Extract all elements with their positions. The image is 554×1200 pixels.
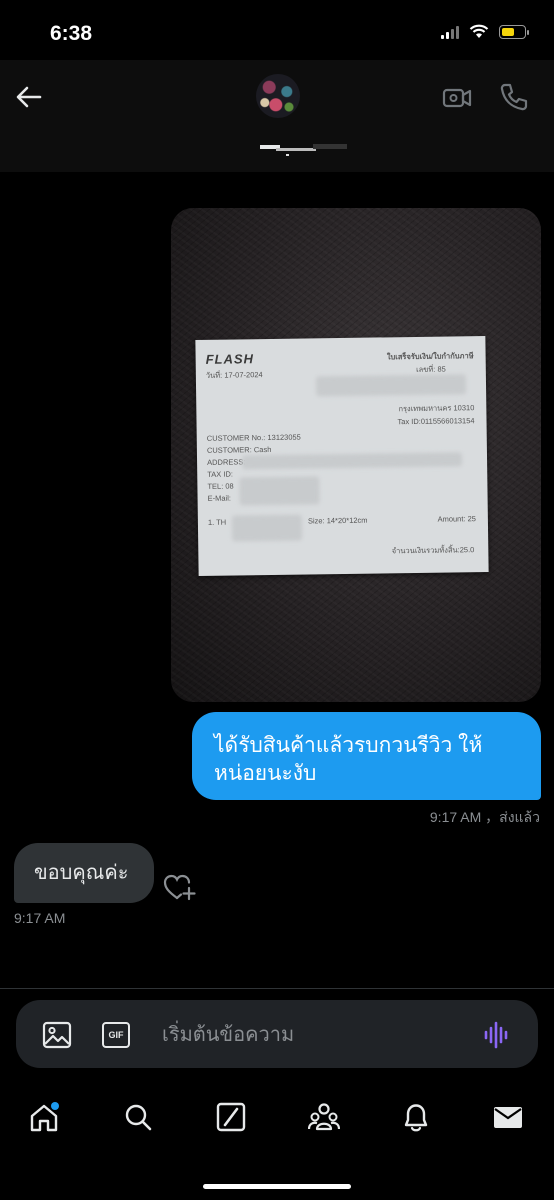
- home-icon[interactable]: [28, 1100, 60, 1134]
- wifi-icon: [469, 24, 489, 38]
- image-upload-icon[interactable]: [42, 1021, 72, 1049]
- receipt-customer-no: CUSTOMER No.: 13123055: [206, 432, 301, 443]
- home-notification-dot: [51, 1102, 59, 1110]
- incoming-message-text: ขอบคุณค่ะ: [34, 862, 129, 884]
- communities-icon[interactable]: [308, 1100, 340, 1134]
- photo-message[interactable]: FLASH วันที่: 17-07-2024 ใบเสร็จรับเงิน/…: [171, 208, 541, 702]
- search-icon[interactable]: [122, 1100, 154, 1134]
- back-arrow-icon[interactable]: [14, 82, 44, 112]
- bottom-tab-bar: [0, 1080, 554, 1200]
- status-icons: [441, 24, 529, 39]
- message-input[interactable]: [162, 1020, 462, 1050]
- incoming-message-bubble[interactable]: ขอบคุณค่ะ: [14, 843, 154, 903]
- cellular-signal-icon: [441, 25, 459, 39]
- redacted-username: [260, 144, 347, 156]
- receipt-tax-id-label: TAX ID:: [207, 469, 234, 479]
- messages-icon[interactable]: [492, 1100, 524, 1134]
- outgoing-message-bubble[interactable]: ได้รับสินค้าแล้วรบกวนรีวิว ให้หน่อยนะงับ: [192, 712, 541, 800]
- incoming-message-time: 9:17 AM: [14, 910, 66, 926]
- receipt-title: ใบเสร็จรับเงิน/ใบกำกับภาษี: [386, 351, 474, 362]
- receipt-image: FLASH วันที่: 17-07-2024 ใบเสร็จรับเงิน/…: [195, 335, 489, 577]
- receipt-email: E-Mail:: [207, 493, 231, 503]
- voice-message-icon[interactable]: [483, 1020, 511, 1050]
- receipt-address: ADDRESS:: [207, 457, 246, 467]
- video-call-icon[interactable]: [442, 84, 472, 112]
- grok-icon[interactable]: [215, 1100, 247, 1134]
- gif-button[interactable]: GIF: [102, 1022, 130, 1048]
- home-indicator: [203, 1184, 351, 1189]
- status-time: 6:38: [50, 22, 93, 45]
- receipt-customer: CUSTOMER: Cash: [206, 444, 272, 455]
- receipt-item: 1. TH: [207, 517, 227, 527]
- receipt-date: วันที่: 17-07-2024: [205, 370, 263, 380]
- receipt-tel: TEL: 08: [207, 481, 234, 491]
- add-reaction-icon[interactable]: [163, 872, 197, 902]
- receipt-logo: FLASH: [205, 351, 255, 367]
- phone-call-icon[interactable]: [499, 82, 529, 112]
- battery-icon: [499, 24, 529, 39]
- receipt-size: Size: 14*20*12cm: [307, 515, 368, 526]
- receipt-total: จำนวนเงินรวมทั้งสิ้น:25.0: [391, 545, 475, 556]
- receipt-city: กรุงเทพมหานคร 10310: [398, 403, 475, 414]
- outgoing-message-text: ได้รับสินค้าแล้วรบกวนรีวิว ให้หน่อยนะงับ: [214, 734, 483, 785]
- receipt-amount: Amount: 25: [437, 514, 476, 524]
- receipt-tax-id: Tax ID:0115566013154: [397, 416, 475, 427]
- avatar[interactable]: [256, 74, 300, 118]
- outgoing-message-status: 9:17 AM ，ส่งแล้ว: [429, 809, 540, 825]
- notifications-icon[interactable]: [400, 1100, 432, 1134]
